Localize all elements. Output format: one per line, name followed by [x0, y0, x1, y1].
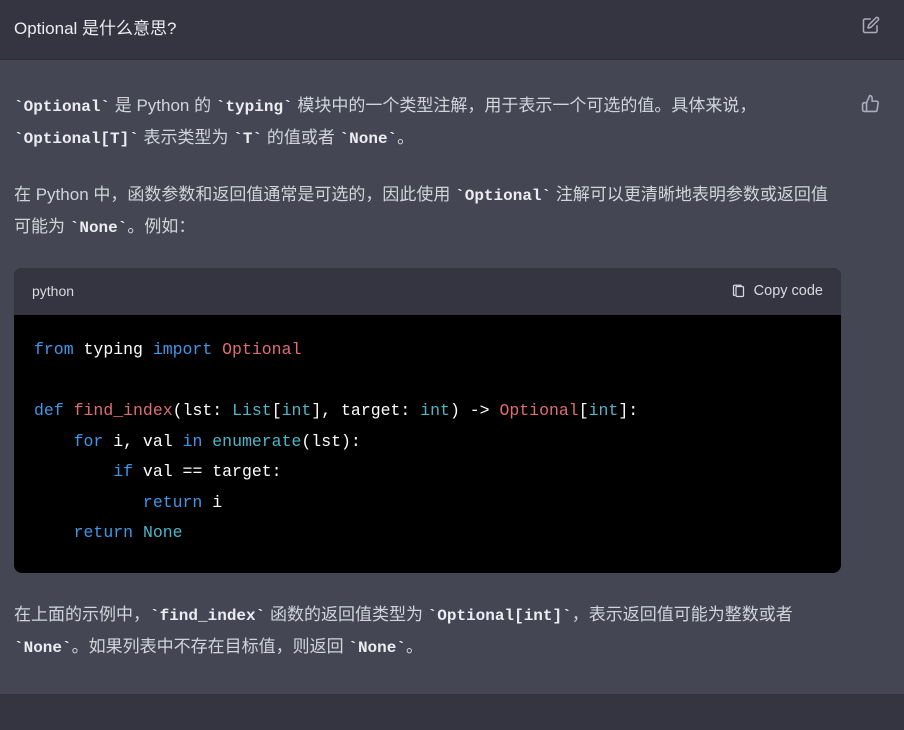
inline-code: `None` [70, 219, 128, 237]
inline-code: `None` [14, 639, 72, 657]
code-block: python Copy code from typing import Opti… [14, 268, 841, 573]
code-block-body: from typing import Optional def find_ind… [14, 315, 841, 573]
copy-code-label: Copy code [754, 278, 823, 306]
inline-code: `None` [340, 130, 398, 148]
edit-icon[interactable] [862, 14, 880, 34]
copy-code-button[interactable]: Copy code [731, 278, 823, 306]
inline-code: `Optional[int]` [428, 607, 572, 625]
clipboard-icon [731, 284, 746, 299]
thumbs-up-icon[interactable] [861, 90, 880, 113]
inline-code: `Optional` [14, 98, 110, 116]
inline-code: `Optional` [455, 187, 551, 205]
inline-code: `typing` [216, 98, 293, 116]
paragraph-1: `Optional` 是 Python 的 `typing` 模块中的一个类型注… [14, 90, 841, 155]
assistant-content: `Optional` 是 Python 的 `typing` 模块中的一个类型注… [14, 90, 841, 664]
code-language-label: python [32, 278, 74, 305]
inline-code: `None` [348, 639, 406, 657]
paragraph-3: 在上面的示例中，`find_index` 函数的返回值类型为 `Optional… [14, 599, 841, 664]
user-message: Optional 是什么意思? [0, 0, 904, 60]
assistant-message: `Optional` 是 Python 的 `typing` 模块中的一个类型注… [0, 60, 904, 694]
user-question: Optional 是什么意思? [14, 14, 177, 39]
inline-code: `Optional[T]` [14, 130, 139, 148]
inline-code: `T` [233, 130, 262, 148]
code-block-header: python Copy code [14, 268, 841, 316]
inline-code: `find_index` [150, 607, 265, 625]
paragraph-2: 在 Python 中，函数参数和返回值通常是可选的，因此使用 `Optional… [14, 179, 841, 244]
